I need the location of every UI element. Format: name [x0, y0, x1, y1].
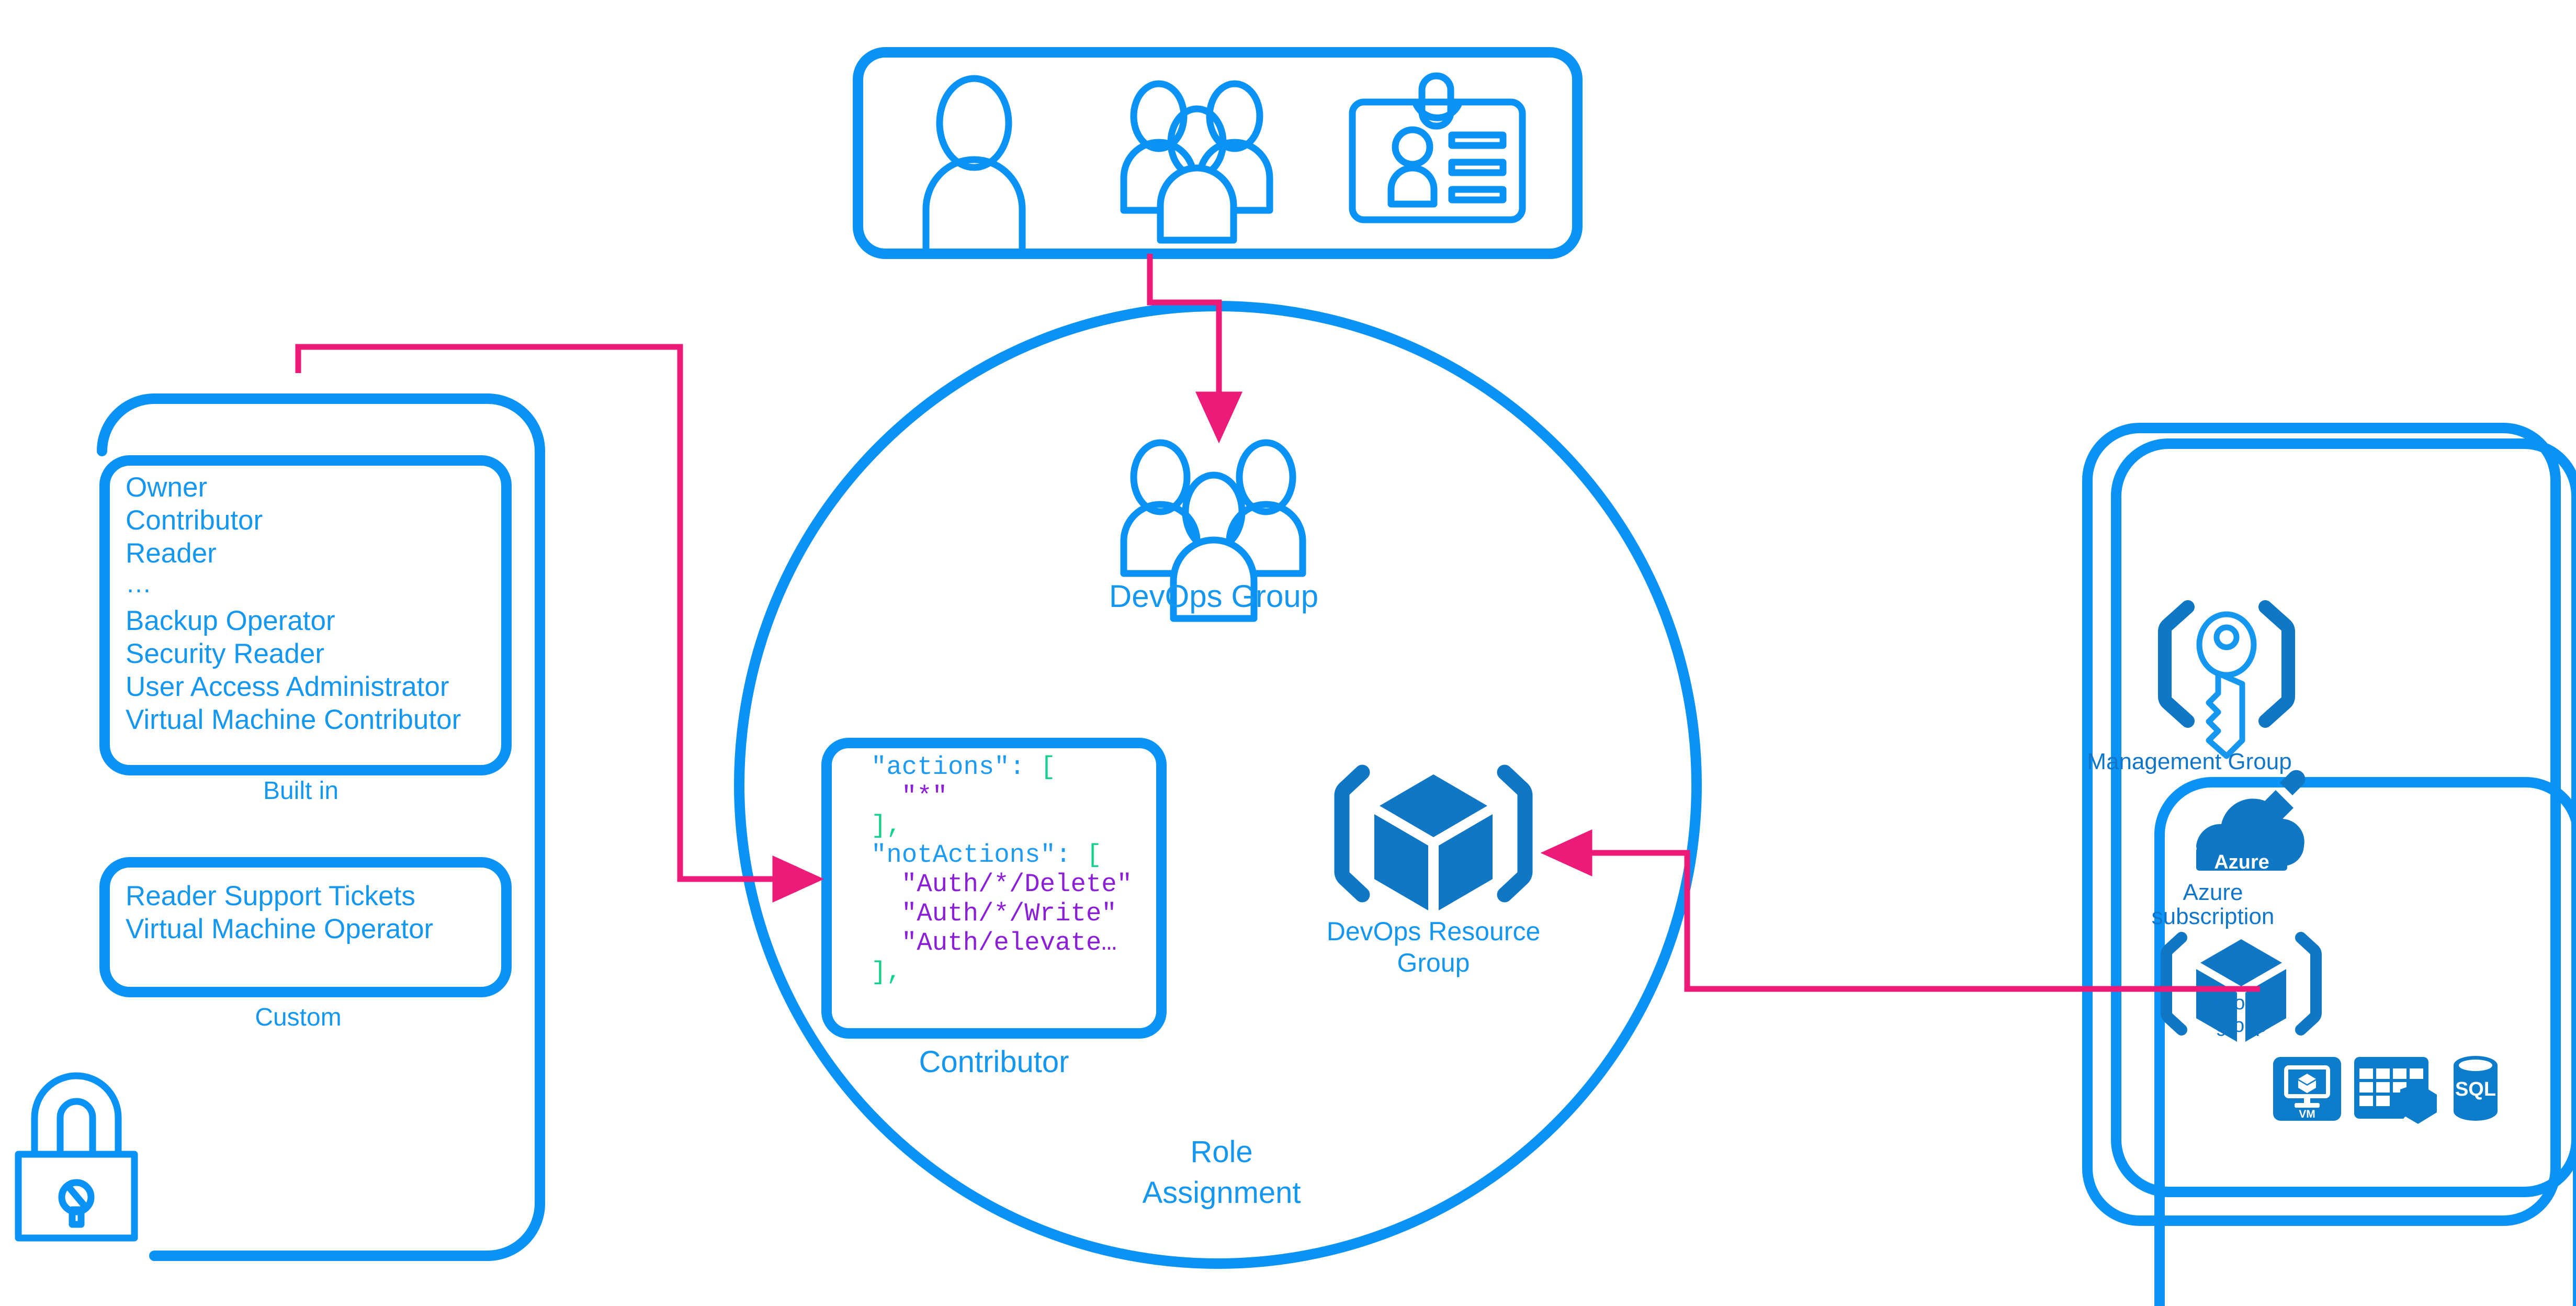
- json-code-line: "*": [871, 782, 1132, 811]
- contributor-caption: Contributor: [919, 1045, 1069, 1079]
- json-code-line: "Auth/elevate…: [871, 928, 1132, 958]
- builtin-role-1: Contributor: [126, 505, 263, 536]
- json-code-line: "Auth/*/Write": [871, 899, 1132, 928]
- custom-caption: Custom: [255, 1004, 342, 1031]
- svg-text:VM: VM: [2299, 1108, 2315, 1120]
- builtin-role-0: Owner: [126, 472, 208, 503]
- contributor-json-code: "actions": ["*"], "notActions": ["Auth/*/…: [871, 752, 1132, 987]
- resource-group-label-line1: Resource: [2198, 992, 2284, 1014]
- json-token: "Auth/elevate…: [901, 928, 1117, 958]
- diagram-vector-layer: Azure VM SQL: [15, 47, 2576, 1306]
- builtin-role-7: Virtual Machine Contributor: [126, 704, 461, 735]
- json-token: [: [1040, 752, 1056, 782]
- scope-hierarchy-panels[interactable]: [2082, 423, 2576, 1306]
- devops-resource-group-label-line1: DevOps Resource: [1326, 917, 1541, 946]
- identity-box[interactable]: [853, 47, 1583, 259]
- json-token: "Auth/*/Write": [901, 899, 1117, 928]
- role-assignment-caption-line1: Role: [1190, 1135, 1253, 1169]
- azure-subscription-label-line1: Azure: [2183, 880, 2243, 905]
- user-icon: [922, 75, 1026, 256]
- json-token: ],: [871, 958, 902, 987]
- group-icon: [1120, 80, 1273, 244]
- resource-group-label-line2: group: [2216, 1015, 2267, 1037]
- azure-subscription-label-line2: subscription: [2151, 904, 2275, 929]
- builtin-role-4: Backup Operator: [126, 605, 335, 636]
- role-assignment-caption-line2: Assignment: [1142, 1176, 1301, 1210]
- padlock-icon: [15, 1072, 138, 1242]
- devops-resource-group-label-line2: Group: [1397, 948, 1470, 977]
- storage-table-icon: [2354, 1057, 2437, 1124]
- builtin-role-5: Security Reader: [126, 638, 325, 669]
- diagram-canvas: Azure VM SQL Owner Contributor Reader … …: [0, 0, 2576, 1306]
- management-group-panel: [2111, 438, 2576, 1197]
- connector-principal-to-assignment: [1147, 254, 1243, 444]
- json-code-line: "notActions": [: [871, 840, 1132, 870]
- json-code-line: "Auth/*/Delete": [871, 870, 1132, 899]
- json-code-line: ],: [871, 811, 1132, 840]
- sql-database-icon: SQL: [2454, 1056, 2498, 1121]
- json-token: "Auth/*/Delete": [901, 870, 1133, 899]
- json-token: ],: [871, 811, 902, 840]
- json-token: [: [1086, 840, 1102, 870]
- json-code-line: "actions": [: [871, 752, 1132, 782]
- svg-text:SQL: SQL: [2455, 1078, 2496, 1100]
- builtin-caption: Built in: [263, 777, 339, 805]
- json-token: "*": [901, 782, 948, 811]
- builtin-role-6: User Access Administrator: [126, 671, 449, 702]
- key-in-brackets-icon: [2158, 600, 2295, 759]
- management-group-label: Management Group: [2087, 749, 2292, 774]
- service-principal-icon: [1349, 72, 1526, 223]
- custom-role-1: Virtual Machine Operator: [126, 914, 434, 944]
- json-token: "notActions":: [871, 840, 1071, 870]
- json-code-line: ],: [871, 958, 1132, 987]
- vm-icon: VM: [2273, 1057, 2341, 1121]
- custom-role-0: Reader Support Tickets: [126, 881, 415, 911]
- devops-resource-group-icon: [1334, 764, 1533, 910]
- json-token: "actions":: [871, 752, 1025, 782]
- svg-text:Azure: Azure: [2214, 851, 2269, 873]
- scope-icons: Azure VM SQL: [1334, 600, 2498, 1124]
- builtin-role-ellipsis: …: [126, 569, 152, 598]
- devops-group-label: DevOps Group: [1109, 579, 1319, 614]
- builtin-role-2: Reader: [126, 538, 217, 569]
